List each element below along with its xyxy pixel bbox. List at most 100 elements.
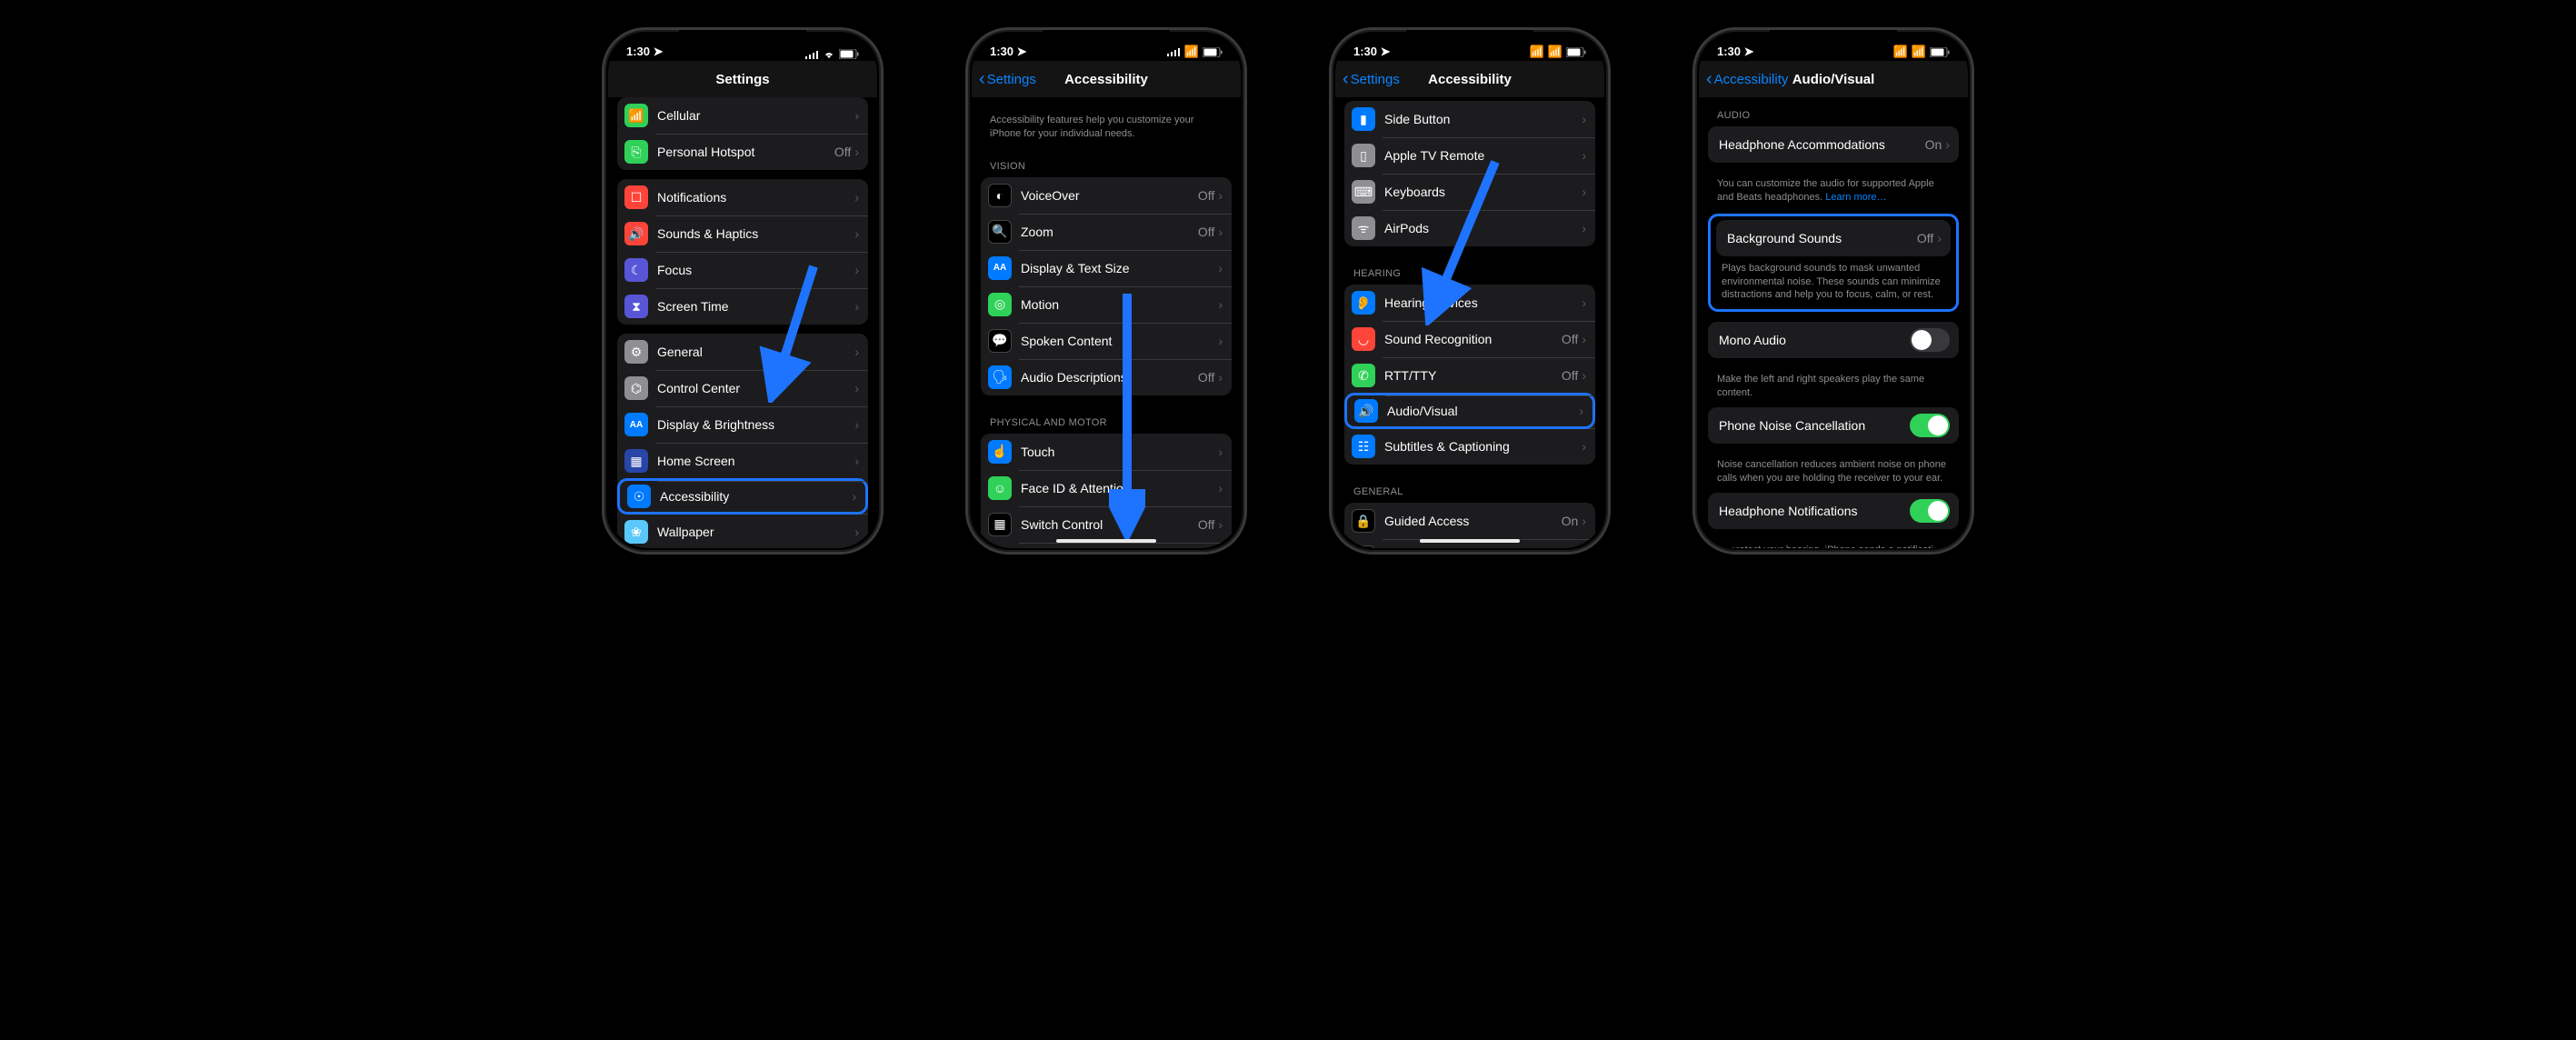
- noise-footer: Noise cancellation reduces ambient noise…: [1708, 453, 1959, 493]
- row-headphone-accom[interactable]: Headphone AccommodationsOn›: [1708, 126, 1959, 163]
- chevron-right-icon: ›: [1582, 295, 1586, 310]
- switches-icon: ⌬: [624, 376, 648, 400]
- battery-icon: [1566, 47, 1586, 57]
- row-hotspot[interactable]: ⎘Personal HotspotOff›: [617, 134, 868, 170]
- row-voice[interactable]: ◉Voice ControlOff›: [981, 543, 1232, 548]
- lock-icon: 🔒: [1352, 509, 1375, 533]
- row-headphone-notif: Headphone Notifications: [1708, 493, 1959, 529]
- row-touch[interactable]: ☝Touch›: [981, 434, 1232, 470]
- back-button[interactable]: ‹Settings: [979, 70, 1036, 88]
- location-icon: ➤: [654, 45, 664, 58]
- noise-toggle[interactable]: [1910, 414, 1950, 437]
- faceid-icon: ☺: [988, 476, 1012, 500]
- ear-icon: 👂: [1352, 291, 1375, 315]
- row-zoom[interactable]: 🔍ZoomOff›: [981, 214, 1232, 250]
- row-switch[interactable]: ▦Switch ControlOff›: [981, 506, 1232, 543]
- siri-icon: ◉: [1352, 545, 1375, 548]
- row-general[interactable]: ⚙General›: [617, 334, 868, 370]
- row-focus[interactable]: ☾Focus›: [617, 252, 868, 288]
- accessibility-list-2[interactable]: ▮Side Button› ▯Apple TV Remote› ⌨Keyboar…: [1335, 97, 1604, 548]
- row-wallpaper[interactable]: ❀Wallpaper›: [617, 514, 868, 548]
- chevron-right-icon: ›: [1582, 148, 1586, 163]
- wifi-icon: 📶: [1184, 45, 1199, 59]
- wave-icon: ◡: [1352, 327, 1375, 351]
- row-hearing-devices[interactable]: 👂Hearing Devices›: [1344, 285, 1595, 321]
- airpods-icon: ᯤ: [1352, 216, 1375, 240]
- voiceover-icon: ◐: [988, 184, 1012, 207]
- row-sounds[interactable]: 🔊Sounds & Haptics›: [617, 215, 868, 252]
- row-screentime[interactable]: ⧗Screen Time›: [617, 288, 868, 325]
- chevron-left-icon: ‹: [1706, 70, 1712, 88]
- row-accessibility[interactable]: ☉Accessibility›: [617, 478, 868, 515]
- mono-toggle[interactable]: [1910, 328, 1950, 352]
- row-sound-recognition[interactable]: ◡Sound RecognitionOff›: [1344, 321, 1595, 357]
- row-display[interactable]: AADisplay & Brightness›: [617, 406, 868, 443]
- settings-list[interactable]: 📶Cellular› ⎘Personal HotspotOff› ☐Notifi…: [608, 97, 877, 548]
- back-button[interactable]: ‹Settings: [1343, 70, 1400, 88]
- row-sidebutton[interactable]: ▮Side Button›: [1344, 101, 1595, 137]
- remote-icon: ▯: [1352, 144, 1375, 167]
- chevron-right-icon: ›: [1218, 370, 1223, 385]
- row-controlcenter[interactable]: ⌬Control Center›: [617, 370, 868, 406]
- home-indicator[interactable]: [1056, 539, 1156, 543]
- hn-toggle[interactable]: [1910, 499, 1950, 523]
- notch: [1406, 30, 1533, 52]
- learn-more-link[interactable]: Learn more…: [1825, 192, 1886, 203]
- chevron-right-icon: ›: [854, 454, 859, 468]
- chevron-right-icon: ›: [854, 190, 859, 205]
- back-button[interactable]: ‹Accessibility: [1706, 70, 1788, 88]
- motion-icon: ◎: [988, 293, 1012, 316]
- row-background-sounds[interactable]: Background SoundsOff›: [1716, 220, 1951, 256]
- row-audio-visual[interactable]: 🔊Audio/Visual›: [1344, 393, 1595, 429]
- section-physical-motor: PHYSICAL AND MOTOR: [981, 405, 1232, 434]
- chevron-right-icon: ›: [1579, 404, 1583, 418]
- chevron-right-icon: ›: [1218, 297, 1223, 312]
- keyboard-icon: ⌨: [1352, 180, 1375, 204]
- row-faceid-attn[interactable]: ☺Face ID & Attention›: [981, 470, 1232, 506]
- chevron-right-icon: ›: [1218, 188, 1223, 203]
- row-motion[interactable]: ◎Motion›: [981, 286, 1232, 323]
- section-general: GENERAL: [1344, 474, 1595, 503]
- chevron-right-icon: ›: [854, 145, 859, 159]
- nav-bar: ‹Settings Accessibility: [972, 61, 1241, 97]
- audio-visual-list[interactable]: AUDIO Headphone AccommodationsOn› You ca…: [1699, 97, 1968, 548]
- row-rtt[interactable]: ✆RTT/TTYOff›: [1344, 357, 1595, 394]
- row-notifications[interactable]: ☐Notifications›: [617, 179, 868, 215]
- signal-icon: [805, 50, 819, 59]
- sidebutton-icon: ▮: [1352, 107, 1375, 131]
- wifi-icon: [823, 50, 835, 59]
- row-textsize[interactable]: AADisplay & Text Size›: [981, 250, 1232, 286]
- row-voiceover[interactable]: ◐VoiceOverOff›: [981, 177, 1232, 214]
- accessibility-list[interactable]: Accessibility features help you customiz…: [972, 97, 1241, 548]
- chevron-right-icon: ›: [1582, 112, 1586, 126]
- chevron-right-icon: ›: [854, 345, 859, 359]
- phone-audio-visual: 1:30 ➤ 📶📶 ‹Accessibility Audio/Visual AU…: [1692, 27, 1974, 555]
- row-mono-audio: Mono Audio: [1708, 322, 1959, 358]
- text-icon: AA: [988, 256, 1012, 280]
- touch-icon: ☝: [988, 440, 1012, 464]
- row-audiodesc[interactable]: 🗣Audio DescriptionsOff›: [981, 359, 1232, 395]
- row-spoken[interactable]: 💬Spoken Content›: [981, 323, 1232, 359]
- signal-icon: 📶: [1530, 45, 1544, 59]
- page-title: Accessibility: [1428, 72, 1512, 87]
- page-title: Settings: [715, 72, 769, 87]
- row-homescreen[interactable]: ▦Home Screen›: [617, 443, 868, 479]
- row-cellular[interactable]: 📶Cellular›: [617, 97, 868, 134]
- row-subtitles[interactable]: ☷Subtitles & Captioning›: [1344, 428, 1595, 465]
- grid-icon: ▦: [624, 449, 648, 473]
- chevron-right-icon: ›: [1218, 261, 1223, 275]
- phone-accessibility: 1:30 ➤ 📶 ‹Settings Accessibility Accessi…: [965, 27, 1247, 555]
- chevron-right-icon: ›: [1582, 368, 1586, 383]
- nav-bar: Settings: [608, 61, 877, 97]
- row-airpods[interactable]: ᯤAirPods›: [1344, 210, 1595, 246]
- flower-icon: ❀: [624, 520, 648, 544]
- row-appletv[interactable]: ▯Apple TV Remote›: [1344, 137, 1595, 174]
- home-indicator[interactable]: [1420, 539, 1520, 543]
- row-guided-access[interactable]: 🔒Guided AccessOn›: [1344, 503, 1595, 539]
- row-keyboards[interactable]: ⌨Keyboards›: [1344, 174, 1595, 210]
- background-sounds-highlight: Background SoundsOff› Plays background s…: [1708, 214, 1959, 313]
- signal-icon: 📶: [1893, 45, 1908, 59]
- chevron-right-icon: ›: [854, 299, 859, 314]
- screen: 1:30 ➤ 📶📶 ‹Accessibility Audio/Visual AU…: [1699, 34, 1968, 548]
- hn-footer: To protect your hearing, iPhone sends a …: [1708, 538, 1959, 548]
